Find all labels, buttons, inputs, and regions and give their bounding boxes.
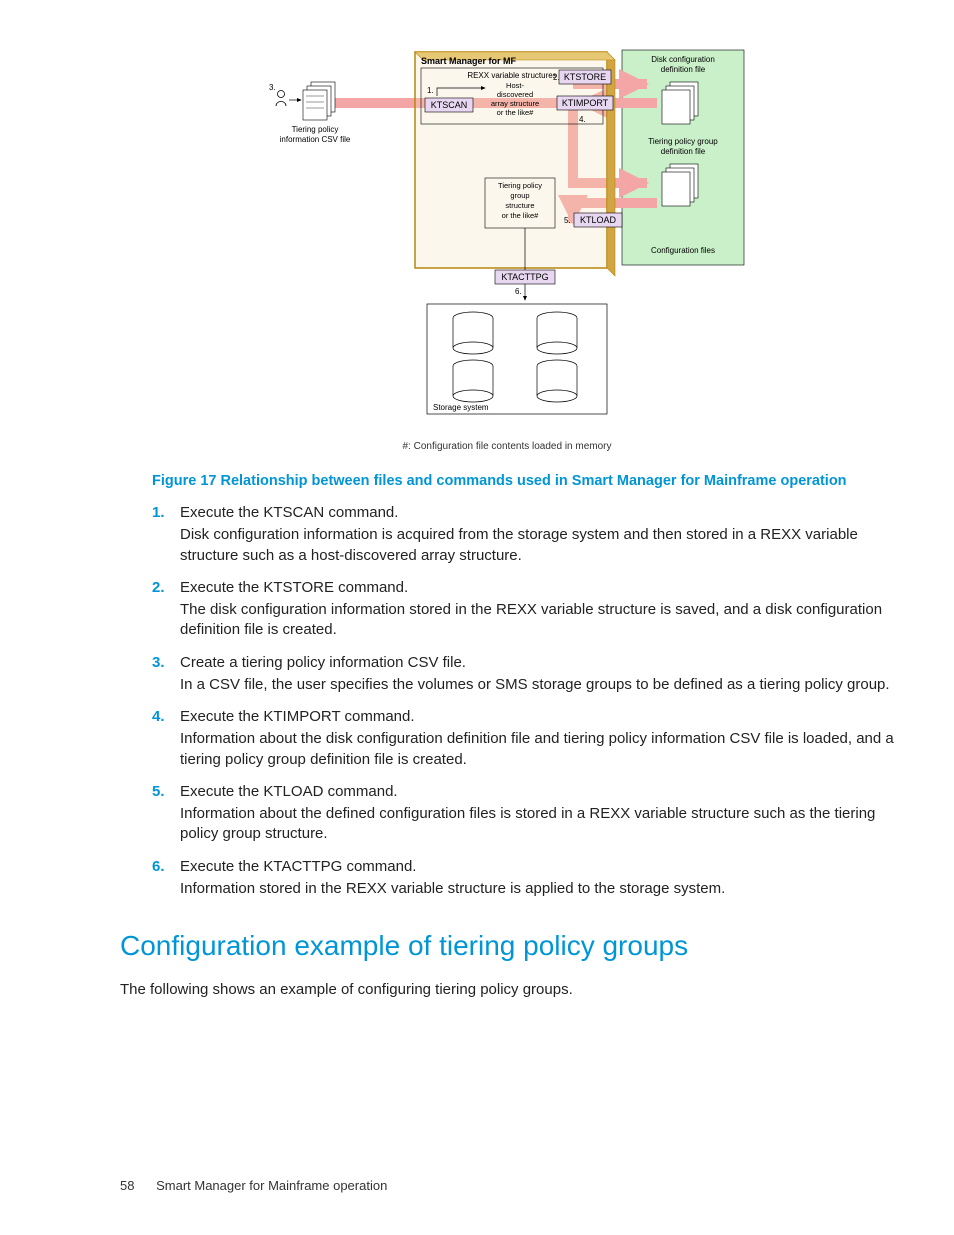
num-4: 4. bbox=[579, 115, 586, 124]
num-5: 5. bbox=[564, 216, 571, 225]
smart-mgr-title: Smart Manager for MF bbox=[421, 56, 517, 66]
cmd-ktscan: KTSCAN bbox=[431, 100, 468, 110]
tpg-l2: group bbox=[510, 191, 529, 200]
tpg-l4: or the like# bbox=[502, 211, 540, 220]
rexx-title: REXX variable structures bbox=[467, 71, 556, 80]
list-item: Execute the KTSTORE command.The disk con… bbox=[152, 578, 894, 641]
file-stack-icon bbox=[662, 82, 698, 124]
step-head: Execute the KTACTTPG command. bbox=[180, 857, 894, 877]
tpg-def-label-l1: Tiering policy group bbox=[648, 137, 718, 146]
files-commands-diagram: Disk configuration definition file Tieri… bbox=[267, 48, 747, 428]
list-item: Execute the KTACTTPG command.Information… bbox=[152, 857, 894, 900]
step-body: Disk configuration information is acquir… bbox=[180, 525, 894, 566]
cylinder-icon bbox=[453, 312, 493, 354]
host-struct-l4: or the like# bbox=[497, 108, 535, 117]
num-3: 3. bbox=[269, 83, 276, 92]
diagram-footnote: #: Configuration file contents loaded in… bbox=[267, 440, 747, 454]
steps-list: Execute the KTSCAN command.Disk configur… bbox=[152, 503, 894, 899]
step-head: Create a tiering policy information CSV … bbox=[180, 653, 894, 673]
cylinder-icon bbox=[453, 360, 493, 402]
step-body: The disk configuration information store… bbox=[180, 600, 894, 641]
cmd-ktstore: KTSTORE bbox=[564, 72, 606, 82]
step-body: Information about the defined configurat… bbox=[180, 804, 894, 845]
footer-title: Smart Manager for Mainframe operation bbox=[156, 1178, 387, 1193]
step-head: Execute the KTIMPORT command. bbox=[180, 707, 894, 727]
user-icon bbox=[276, 91, 286, 107]
figure-caption: Figure 17 Relationship between files and… bbox=[152, 472, 894, 492]
section-intro: The following shows an example of config… bbox=[120, 980, 894, 1000]
file-stack-icon bbox=[662, 164, 698, 206]
host-struct-l1: Host- bbox=[506, 81, 524, 90]
num-1: 1. bbox=[427, 86, 434, 95]
disk-cfg-label-l1: Disk configuration bbox=[651, 55, 715, 64]
step-body: In a CSV file, the user specifies the vo… bbox=[180, 675, 894, 695]
cmd-ktimport: KTIMPORT bbox=[562, 98, 609, 108]
list-item: Execute the KTLOAD command.Information a… bbox=[152, 782, 894, 845]
cmd-ktacttpg: KTACTTPG bbox=[501, 272, 548, 282]
diagram: Disk configuration definition file Tieri… bbox=[267, 48, 747, 428]
step-head: Execute the KTSTORE command. bbox=[180, 578, 894, 598]
num-6: 6. bbox=[515, 287, 522, 296]
step-body: Information about the disk configuration… bbox=[180, 729, 894, 770]
storage-label: Storage system bbox=[433, 403, 489, 412]
step-head: Execute the KTSCAN command. bbox=[180, 503, 894, 523]
cylinder-icon bbox=[537, 312, 577, 354]
step-body: Information stored in the REXX variable … bbox=[180, 879, 894, 899]
host-struct-l2: discovered bbox=[497, 90, 533, 99]
host-struct-l3: array structure bbox=[491, 99, 539, 108]
page-footer: 58 Smart Manager for Mainframe operation bbox=[120, 1177, 387, 1195]
csv-l2: information CSV file bbox=[280, 135, 351, 144]
cylinder-icon bbox=[537, 360, 577, 402]
file-stack-icon bbox=[303, 82, 335, 120]
list-item: Execute the KTSCAN command.Disk configur… bbox=[152, 503, 894, 566]
list-item: Execute the KTIMPORT command.Information… bbox=[152, 707, 894, 770]
csv-l1: Tiering policy bbox=[292, 125, 339, 134]
disk-cfg-label-l2: definition file bbox=[661, 65, 706, 74]
page-number: 58 bbox=[120, 1178, 134, 1193]
step-head: Execute the KTLOAD command. bbox=[180, 782, 894, 802]
tpg-l1: Tiering policy bbox=[498, 181, 542, 190]
num-2: 2. bbox=[553, 73, 560, 82]
config-files-label: Configuration files bbox=[651, 246, 715, 255]
list-item: Create a tiering policy information CSV … bbox=[152, 653, 894, 696]
tpg-l3: structure bbox=[505, 201, 534, 210]
section-heading: Configuration example of tiering policy … bbox=[120, 927, 894, 965]
tpg-def-label-l2: definition file bbox=[661, 147, 706, 156]
cmd-ktload: KTLOAD bbox=[580, 215, 617, 225]
